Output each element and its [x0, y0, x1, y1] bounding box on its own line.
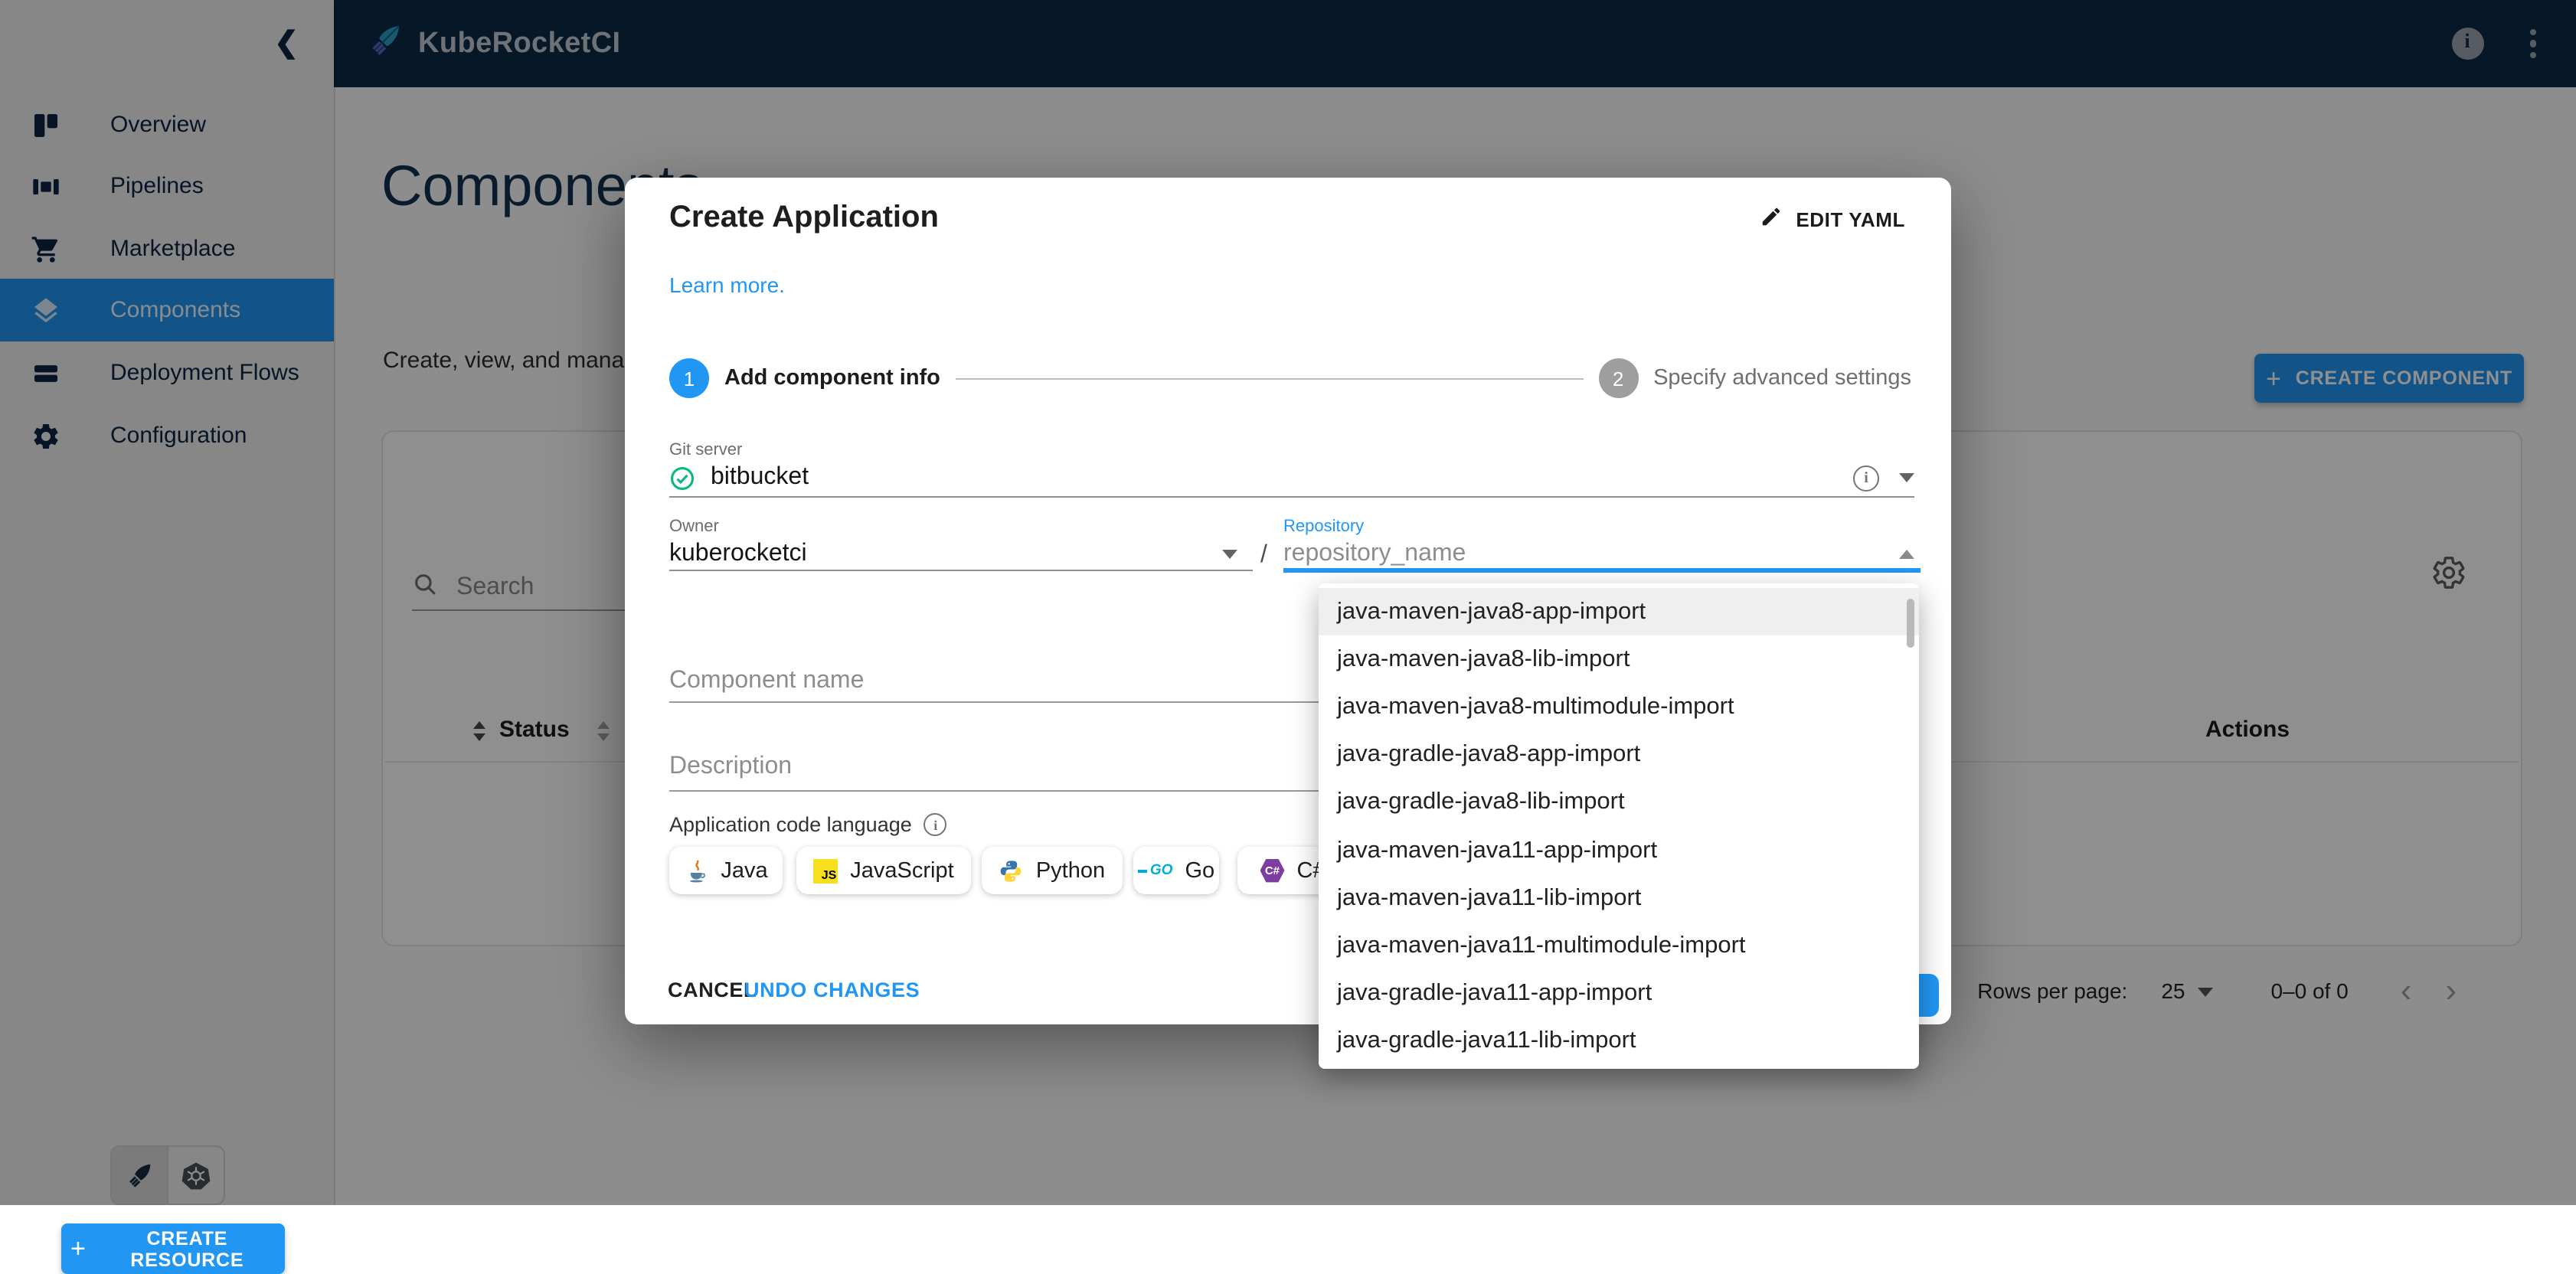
language-chip-javascript[interactable]: JS JavaScript	[796, 847, 971, 894]
language-chip-go[interactable]: GO Go	[1133, 847, 1219, 894]
repository-label: Repository	[1283, 518, 1364, 536]
step-connector	[956, 377, 1583, 379]
chevron-down-icon[interactable]	[1899, 473, 1914, 482]
dropdown-option[interactable]: java-maven-java8-multimodule-import	[1319, 684, 1919, 731]
language-chip-java[interactable]: Java	[669, 847, 783, 894]
chevron-down-icon[interactable]	[1222, 550, 1237, 559]
java-icon	[684, 858, 708, 883]
create-resource-button[interactable]: + CREATE RESOURCE	[61, 1223, 285, 1274]
repository-dropdown-list: java-maven-java8-app-import java-maven-j…	[1319, 583, 1919, 1069]
edit-yaml-button[interactable]: EDIT YAML	[1750, 204, 1914, 234]
repository-autocomplete	[1283, 536, 1921, 573]
step-1-circle: 1	[669, 358, 709, 398]
chevron-up-icon[interactable]	[1899, 550, 1914, 559]
dropdown-option[interactable]: java-gradle-java8-lib-import	[1319, 779, 1919, 827]
go-icon: GO	[1138, 862, 1173, 879]
chip-label: JavaScript	[850, 858, 953, 883]
edit-yaml-label: EDIT YAML	[1796, 207, 1905, 230]
dropdown-option[interactable]: java-maven-java11-multimodule-import	[1319, 923, 1919, 970]
dropdown-option[interactable]: java-gradle-java11-lib-import	[1319, 1018, 1919, 1065]
dialog-title: Create Application	[669, 201, 939, 236]
javascript-icon: JS	[813, 858, 838, 883]
repository-underline-focused	[1283, 568, 1921, 573]
git-server-label: Git server	[669, 441, 742, 459]
dropdown-option[interactable]: java-maven-java8-lib-import	[1319, 635, 1919, 683]
python-icon	[999, 858, 1024, 883]
pencil-icon	[1759, 205, 1782, 233]
step-2-circle: 2	[1598, 358, 1638, 398]
dropdown-option[interactable]: java-maven-java8-app-import	[1319, 588, 1919, 635]
owner-value: kuberocketci	[669, 541, 807, 568]
owner-repo-separator: /	[1260, 542, 1267, 570]
repository-input[interactable]	[1283, 541, 1850, 568]
dropdown-option[interactable]: java-maven-java11-app-import	[1319, 827, 1919, 874]
check-circle-icon	[669, 465, 695, 491]
git-server-underline	[669, 496, 1914, 498]
git-server-value: bitbucket	[711, 464, 809, 492]
create-resource-label: CREATE RESOURCE	[99, 1227, 276, 1270]
owner-underline	[669, 570, 1253, 571]
plus-icon: +	[70, 1236, 87, 1262]
step-1-label: Add component info	[724, 366, 940, 390]
chip-label: Python	[1036, 858, 1105, 883]
app-window: ❮ KubeRocketCI i Overview	[0, 0, 2576, 1205]
language-label: Application code language	[669, 813, 912, 836]
dropdown-option[interactable]: java-gradle-java11-app-import	[1319, 970, 1919, 1018]
info-icon[interactable]: i	[1853, 465, 1879, 491]
chip-label: Go	[1185, 858, 1214, 883]
language-label-row: Application code language i	[669, 813, 947, 836]
info-icon[interactable]: i	[924, 813, 947, 836]
owner-label: Owner	[669, 518, 719, 536]
dropdown-scrollbar[interactable]	[1907, 599, 1914, 648]
git-server-select[interactable]: bitbucket i	[669, 459, 1914, 496]
step-2-label: Specify advanced settings	[1653, 366, 1911, 390]
learn-more-link[interactable]: Learn more.	[669, 273, 785, 297]
chip-label: Java	[721, 858, 767, 883]
language-chip-python[interactable]: Python	[982, 847, 1123, 894]
undo-changes-button[interactable]: UNDO CHANGES	[735, 977, 929, 1003]
owner-select[interactable]: kuberocketci	[669, 536, 1253, 573]
dropdown-option[interactable]: java-maven-java11-lib-import	[1319, 874, 1919, 922]
stepper: 1 Add component info 2 Specify advanced …	[669, 358, 1911, 398]
csharp-icon: C#	[1260, 858, 1284, 883]
dropdown-option[interactable]: java-gradle-java8-app-import	[1319, 731, 1919, 779]
